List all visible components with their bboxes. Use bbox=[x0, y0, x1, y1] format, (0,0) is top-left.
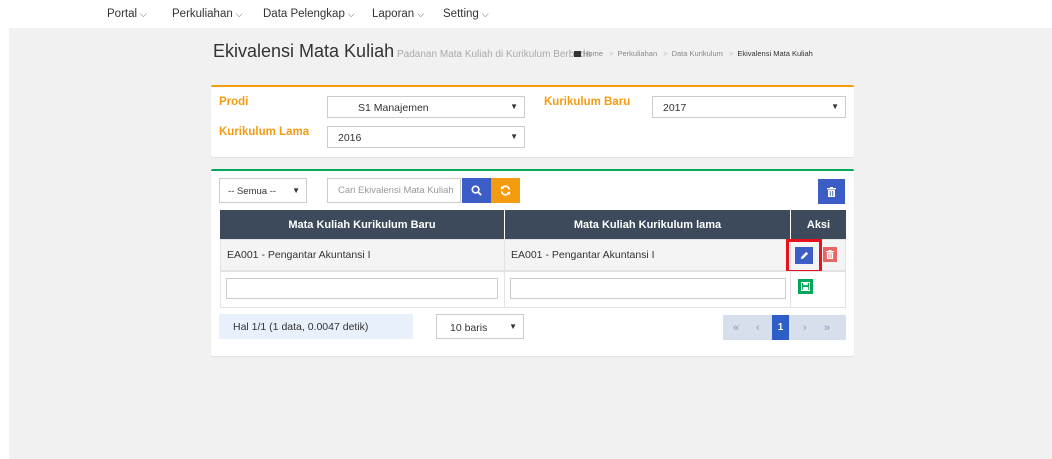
delete-button[interactable] bbox=[823, 247, 837, 262]
kurikulum-lama-label: Kurikulum Lama bbox=[219, 126, 310, 138]
chevron-down-icon: ⌵ bbox=[235, 9, 243, 19]
chevron-down-icon: ⌵ bbox=[417, 9, 425, 19]
dropdown-arrow-icon: ▼ bbox=[510, 102, 518, 111]
pager-prev[interactable]: ‹ bbox=[756, 322, 760, 334]
status-filter-value: -- Semua -- bbox=[228, 186, 277, 197]
trash-icon bbox=[826, 250, 834, 259]
chevron-down-icon: ⌵ bbox=[347, 9, 355, 19]
pager-current[interactable]: 1 bbox=[772, 315, 789, 340]
prodi-label: Prodi bbox=[219, 96, 249, 108]
chevron-down-icon: ⌵ bbox=[140, 9, 147, 19]
per-page-select[interactable]: 10 baris ▼ bbox=[436, 314, 524, 339]
save-icon bbox=[801, 282, 810, 291]
status-filter-select[interactable]: -- Semua -- ▼ bbox=[219, 178, 307, 203]
kurikulum-baru-select[interactable]: 2017 ▼ bbox=[652, 96, 846, 118]
refresh-icon bbox=[500, 185, 511, 196]
nav-data-pelengkap-label: Data Pelengkap bbox=[263, 8, 345, 20]
bulk-delete-button[interactable] bbox=[818, 179, 845, 204]
prodi-select-value: S1 Manajemen bbox=[358, 102, 429, 114]
nav-perkuliahan-label: Perkuliahan bbox=[172, 8, 233, 20]
breadcrumb: Home > Perkuliahan > Data Kurikulum > Ekiva… bbox=[574, 49, 813, 58]
pagination-info: Hal 1/1 (1 data, 0.0047 detik) bbox=[219, 314, 413, 339]
dropdown-arrow-icon: ▼ bbox=[292, 186, 300, 195]
breadcrumb-separator: > bbox=[728, 49, 734, 58]
kurikulum-lama-value: 2016 bbox=[338, 132, 362, 144]
pager-last[interactable]: » bbox=[824, 322, 830, 334]
nav-portal-label: Portal bbox=[107, 8, 138, 20]
pager-first[interactable]: « bbox=[733, 322, 739, 334]
table-row-cell-lama: EA001 - Pengantar Akuntansi I bbox=[504, 239, 791, 271]
breadcrumb-separator: > bbox=[663, 49, 668, 58]
pagination: « ‹ 1 › » bbox=[723, 315, 846, 340]
dropdown-arrow-icon: ▼ bbox=[831, 102, 839, 111]
pager-next[interactable]: › bbox=[803, 322, 807, 334]
per-page-value: 10 baris bbox=[450, 322, 488, 334]
table-row-cell-baru: EA001 - Pengantar Akuntansi I bbox=[220, 239, 505, 271]
breadcrumb-home[interactable]: Home bbox=[583, 49, 603, 58]
new-matkul-lama-input[interactable] bbox=[510, 278, 786, 299]
search-icon bbox=[471, 185, 482, 196]
page-title: Ekivalensi Mata Kuliah bbox=[213, 41, 395, 61]
kurikulum-baru-label: Kurikulum Baru bbox=[544, 96, 631, 108]
save-button[interactable] bbox=[798, 279, 813, 294]
breadcrumb-perkuliahan[interactable]: Perkuliahan bbox=[618, 49, 658, 58]
breadcrumb-data-kurikulum[interactable]: Data Kurikulum bbox=[672, 49, 723, 58]
kurikulum-lama-select[interactable]: 2016 ▼ bbox=[327, 126, 525, 148]
column-header-kurikulum-baru: Mata Kuliah Kurikulum Baru bbox=[220, 210, 504, 239]
home-icon bbox=[574, 51, 581, 58]
chevron-down-icon: ⌵ bbox=[481, 9, 489, 19]
nav-laporan-label: Laporan bbox=[372, 8, 415, 20]
nav-portal[interactable]: Portal ⌵ bbox=[107, 8, 147, 20]
trash-icon bbox=[827, 186, 836, 197]
page-subtitle: Padanan Mata Kuliah di Kurikulum Berbeda bbox=[397, 49, 592, 60]
search-button[interactable] bbox=[462, 178, 491, 203]
new-matkul-baru-input[interactable] bbox=[226, 278, 498, 299]
nav-setting-label: Setting bbox=[443, 8, 479, 20]
refresh-button[interactable] bbox=[491, 178, 520, 203]
top-nav: Portal ⌵ Perkuliahan ⌵ Data Pelengkap ⌵ Lap… bbox=[0, 0, 1052, 28]
search-input[interactable]: Cari Ekivalensi Mata Kuliah bbox=[327, 178, 461, 203]
breadcrumb-separator: > bbox=[609, 49, 614, 58]
nav-laporan[interactable]: Laporan ⌵ bbox=[372, 8, 424, 20]
nav-perkuliahan[interactable]: Perkuliahan ⌵ bbox=[172, 8, 243, 20]
nav-setting[interactable]: Setting ⌵ bbox=[443, 8, 489, 20]
prodi-select[interactable]: S1 Manajemen ▼ bbox=[327, 96, 525, 118]
highlight-box bbox=[786, 239, 822, 273]
dropdown-arrow-icon: ▼ bbox=[510, 132, 518, 141]
breadcrumb-current: Ekivalensi Mata Kuliah bbox=[737, 49, 813, 58]
column-header-aksi: Aksi bbox=[791, 210, 846, 239]
column-header-kurikulum-lama: Mata Kuliah Kurikulum lama bbox=[505, 210, 790, 239]
kurikulum-baru-value: 2017 bbox=[663, 102, 687, 114]
dropdown-arrow-icon: ▼ bbox=[509, 322, 517, 331]
nav-data-pelengkap[interactable]: Data Pelengkap ⌵ bbox=[263, 8, 355, 20]
